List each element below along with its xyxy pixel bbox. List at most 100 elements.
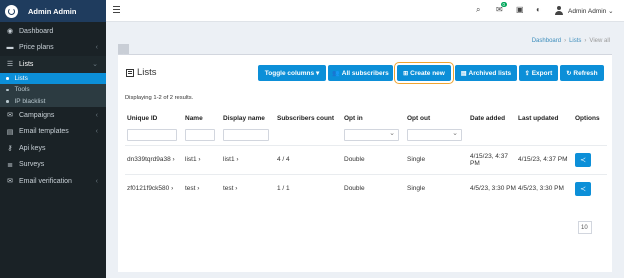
topbar: ⌕ ✉ 0 ▣ ◐ Admin Admin ⌄: [106, 0, 624, 22]
sidebar-subitem-lists[interactable]: Lists: [0, 72, 106, 84]
sidebar-item-surveys[interactable]: ≣ Surveys: [0, 157, 106, 174]
display-name-cell[interactable]: test ›: [221, 173, 275, 203]
notifications-icon[interactable]: ✉ 0: [496, 2, 507, 14]
last-updated-cell: 4/15/23, 4:37 PM: [516, 144, 573, 174]
sidebar-subitem-label: Tools: [14, 86, 30, 94]
sidebar-item-api-keys[interactable]: ⚷ Api keys: [0, 140, 106, 157]
export-button[interactable]: ⇪ Export: [519, 65, 558, 81]
archive-icon: ▤: [460, 70, 467, 77]
share-icon: ≺: [580, 185, 586, 193]
sidebar-item-email-templates[interactable]: ▤ Email templates ‹: [0, 124, 106, 141]
table-row: zf0121f9ck580 › test › test › 1 / 1 Doub…: [125, 173, 607, 203]
sidebar-item-label: Price plans: [19, 44, 54, 52]
sidebar-item-campaigns[interactable]: ✉ Campaigns ‹: [0, 107, 106, 124]
table-header: Unique ID Name Display name Subscribers …: [125, 111, 607, 125]
uid-cell[interactable]: zf0121f9ck580 ›: [125, 173, 183, 203]
breadcrumb-current: View all: [589, 38, 610, 44]
opt-out-filter-select[interactable]: [407, 128, 462, 141]
sidebar-item-label: Email templates: [19, 128, 69, 136]
campaigns-icon: ✉: [7, 112, 13, 120]
plus-square-icon: ⊞: [403, 70, 409, 77]
theme-toggle-icon[interactable]: ◐: [536, 5, 541, 14]
chevron-down-icon: ⌄: [92, 61, 98, 69]
lists-icon: ☰: [6, 61, 14, 69]
options-button[interactable]: ≺: [575, 181, 591, 196]
sidebar-item-label: Dashboard: [19, 27, 54, 35]
column-header[interactable]: Date added: [468, 111, 516, 125]
display-name-filter-input[interactable]: [223, 128, 269, 141]
brand-name: Admin Admin: [28, 6, 77, 16]
name-cell[interactable]: test ›: [183, 173, 221, 203]
subscribers-count-cell: 1 / 1: [275, 173, 342, 203]
display-name-cell[interactable]: list1 ›: [221, 144, 275, 174]
chevron-left-icon: ‹: [95, 44, 98, 52]
uid-cell[interactable]: dn339tqrd9a38 ›: [125, 144, 183, 174]
breadcrumb-lists[interactable]: Lists: [569, 38, 581, 44]
name-filter-input[interactable]: [185, 128, 215, 141]
menu-toggle-icon[interactable]: [113, 6, 120, 14]
user-menu[interactable]: Admin Admin ⌄: [568, 7, 614, 15]
column-header[interactable]: Last updated: [516, 111, 573, 125]
sidebar-subitem-label: Lists: [14, 74, 28, 82]
sidebar-subitem-tools[interactable]: Tools: [0, 84, 106, 96]
surveys-icon: ≣: [7, 161, 13, 169]
share-icon: ≺: [580, 156, 586, 164]
toggle-columns-button[interactable]: Toggle columns ▾: [258, 65, 326, 81]
sidebar-item-email-verification[interactable]: ✉ Email verification ‹: [0, 173, 106, 190]
users-icon: 👥: [332, 70, 340, 77]
lists-panel: Lists Toggle columns ▾ 👥 All subscribers…: [118, 54, 612, 272]
breadcrumb-dashboard[interactable]: Dashboard: [532, 38, 561, 44]
chevron-left-icon: ‹: [95, 177, 98, 185]
column-header[interactable]: Name: [183, 111, 221, 125]
brand[interactable]: Admin Admin: [0, 0, 106, 22]
archived-lists-button[interactable]: ▤ Archived lists: [455, 65, 517, 81]
opt-in-filter-select[interactable]: [344, 128, 399, 141]
circle-icon: [6, 100, 9, 103]
table-row: dn339tqrd9a38 › list1 › list1 › 4 / 4 Do…: [125, 144, 607, 174]
lists-table: Unique ID Name Display name Subscribers …: [125, 111, 607, 203]
search-icon[interactable]: ⌕: [476, 5, 480, 15]
results-summary: Displaying 1-2 of 2 results.: [125, 95, 194, 101]
breadcrumb: Dashboard › Lists › View all: [531, 38, 610, 44]
page-title: Lists: [126, 67, 157, 78]
column-header[interactable]: Unique ID: [125, 111, 183, 125]
sidebar-item-lists[interactable]: ☰ Lists ⌄: [0, 56, 106, 73]
sidebar-item-dashboard[interactable]: ◉ Dashboard: [0, 23, 106, 40]
column-header[interactable]: Opt out: [405, 111, 468, 125]
column-header[interactable]: Subscribers count: [275, 111, 342, 125]
opt-out-cell: Single: [405, 144, 468, 174]
opt-out-cell: Single: [405, 173, 468, 203]
refresh-icon: ↻: [566, 70, 572, 77]
list-icon: [126, 68, 134, 77]
opt-in-cell: Double: [342, 173, 405, 203]
column-header[interactable]: Display name: [221, 111, 275, 125]
all-subscribers-button[interactable]: 👥 All subscribers: [328, 65, 393, 81]
circle-icon: [6, 77, 9, 80]
page-size-select[interactable]: 10: [578, 221, 592, 234]
export-icon: ⇪: [524, 70, 530, 77]
column-header[interactable]: Opt in: [342, 111, 405, 125]
refresh-button[interactable]: ↻ Refresh: [560, 65, 604, 81]
name-cell[interactable]: list1 ›: [183, 144, 221, 174]
uid-filter-input[interactable]: [127, 128, 177, 141]
brand-logo-icon: [5, 4, 18, 18]
sidebar-item-label: Email verification: [19, 177, 72, 185]
key-icon: ⚷: [7, 145, 13, 153]
filter-row: [125, 125, 607, 145]
column-header: Options: [575, 114, 600, 122]
sidebar-subitem-ip-blacklist[interactable]: IP blacklist: [0, 95, 106, 107]
price-plans-icon: ▬: [6, 44, 14, 52]
date-added-cell: 4/5/23, 3:30 PM: [468, 173, 516, 203]
create-new-button[interactable]: ⊞ Create new: [394, 62, 454, 84]
sidebar-item-price-plans[interactable]: ▬ Price plans ‹: [0, 40, 106, 57]
options-button[interactable]: ≺: [575, 152, 591, 167]
chevron-left-icon: ‹: [95, 111, 98, 119]
sidebar-subitem-label: IP blacklist: [14, 97, 46, 105]
user-avatar-icon[interactable]: [555, 6, 563, 15]
notification-badge: 0: [501, 2, 507, 7]
circle-icon: [6, 88, 9, 91]
last-updated-cell: 4/5/23, 3:30 PM: [516, 173, 573, 203]
sidebar-item-label: Api keys: [19, 144, 46, 152]
sidebar-item-label: Campaigns: [19, 111, 55, 119]
messages-icon[interactable]: ▣: [516, 5, 524, 14]
